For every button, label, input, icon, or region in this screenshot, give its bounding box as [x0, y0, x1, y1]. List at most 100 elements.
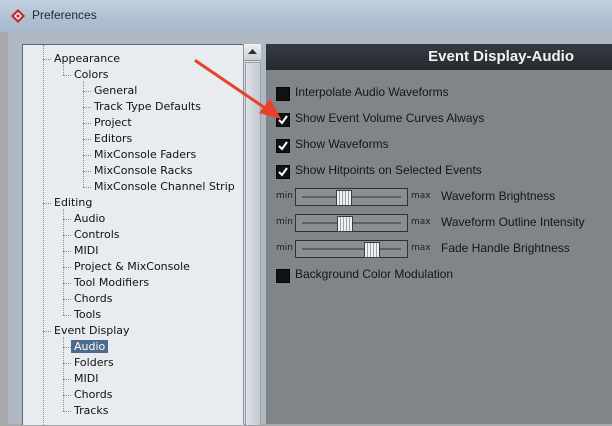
- slider-max-label: max: [411, 217, 431, 227]
- tree-item-label: MIDI: [74, 244, 99, 257]
- tree-item-label: Track Type Defaults: [94, 100, 201, 113]
- settings-panel: Event Display-Audio Interpolate Audio Wa…: [266, 44, 612, 424]
- tree-item[interactable]: Controls: [74, 227, 120, 243]
- tree-item-label: Audio: [74, 212, 106, 225]
- tree-item-label: Chords: [74, 388, 113, 401]
- tree-connector: [63, 235, 71, 236]
- tree-item-label: Tools: [74, 308, 102, 321]
- checkbox[interactable]: [276, 87, 290, 101]
- tree-item[interactable]: Event Display: [54, 323, 130, 339]
- checkbox[interactable]: [276, 113, 290, 127]
- tree-connector: [63, 251, 71, 252]
- tree-scrollbar[interactable]: [243, 44, 261, 426]
- option-label: Show Waveforms: [295, 137, 389, 151]
- tree-item-label: Editors: [94, 132, 133, 145]
- tree-item-label: Audio: [71, 340, 109, 353]
- slider-groove: [302, 248, 401, 250]
- tree-item-label: Project: [94, 116, 132, 129]
- tree-connector: [43, 45, 44, 425]
- checkbox[interactable]: [276, 269, 290, 283]
- slider-label: Waveform Outline Intensity: [441, 215, 585, 229]
- tree-item-label: Controls: [74, 228, 120, 241]
- tree-item[interactable]: Colors: [74, 67, 108, 83]
- checkmark-icon: [278, 141, 288, 151]
- tree-item[interactable]: MixConsole Channel Strip: [94, 179, 235, 195]
- slider-handle[interactable]: [336, 190, 352, 206]
- tree-item[interactable]: Editing: [54, 195, 92, 211]
- slider-handle[interactable]: [337, 216, 353, 232]
- slider-min-label: min: [276, 217, 293, 227]
- slider-max-label: max: [411, 191, 431, 201]
- option-label: Interpolate Audio Waveforms: [295, 85, 449, 99]
- tree-connector: [63, 411, 71, 412]
- tree-item[interactable]: Chords: [74, 387, 112, 403]
- slider-handle[interactable]: [364, 242, 380, 258]
- tree-connector: [83, 107, 91, 108]
- tree-connector: [63, 75, 71, 76]
- tree-item-label: MIDI: [74, 372, 99, 385]
- tree-item[interactable]: Audio: [71, 339, 109, 355]
- tree-connector: [63, 347, 71, 348]
- tree-item-label: Chords: [74, 292, 113, 305]
- tree-item[interactable]: MIDI: [74, 243, 98, 259]
- tree-connector: [83, 155, 91, 156]
- tree-connector: [83, 139, 91, 140]
- tree-item[interactable]: Folders: [74, 355, 114, 371]
- tree-item-label: MixConsole Faders: [94, 148, 197, 161]
- tree-item[interactable]: Project: [94, 115, 132, 131]
- tree-item-label: Tool Modifiers: [74, 276, 150, 289]
- tree-item[interactable]: Track Type Defaults: [94, 99, 201, 115]
- scroll-up-button[interactable]: [244, 44, 261, 61]
- tree-item[interactable]: Tracks: [74, 403, 109, 419]
- tree-connector: [43, 203, 51, 204]
- tree-item-label: Project & MixConsole: [74, 260, 190, 273]
- tree-connector: [63, 219, 71, 220]
- slider-waveform-outline-intensity: min max Waveform Outline Intensity: [276, 214, 606, 232]
- tree-item[interactable]: Audio: [74, 211, 105, 227]
- slider-track[interactable]: [295, 188, 408, 206]
- tree-connector: [83, 91, 91, 92]
- preferences-tree: Appearance Colors General Track Type Defaul…: [22, 44, 245, 425]
- slider-min-label: min: [276, 191, 293, 201]
- tree-item-label: Tracks: [74, 404, 109, 417]
- tree-connector: [63, 395, 71, 396]
- window-title: Preferences: [32, 8, 97, 22]
- tree-item-label: Colors: [74, 68, 109, 81]
- option-label: Show Event Volume Curves Always: [295, 111, 485, 125]
- tree-item[interactable]: MIDI: [74, 371, 98, 387]
- tree-connector: [63, 337, 64, 411]
- cubase-logo-icon: [11, 9, 25, 23]
- checkbox[interactable]: [276, 139, 290, 153]
- tree-connector: [43, 59, 51, 60]
- option-label: Show Hitpoints on Selected Events: [295, 163, 482, 177]
- slider-label: Fade Handle Brightness: [441, 241, 570, 255]
- tree-connector: [43, 331, 51, 332]
- tree-item[interactable]: Project & MixConsole: [74, 259, 190, 275]
- tree-connector: [63, 283, 71, 284]
- tree-item-label: MixConsole Channel Strip: [94, 180, 235, 193]
- tree-item[interactable]: MixConsole Racks: [94, 163, 193, 179]
- tree-item-label: Appearance: [54, 52, 121, 65]
- tree-connector: [83, 81, 84, 187]
- tree-item[interactable]: MixConsole Faders: [94, 147, 196, 163]
- scroll-thumb[interactable]: [245, 62, 261, 426]
- tree-item[interactable]: Editors: [94, 131, 132, 147]
- tree-item-label: Event Display: [54, 324, 130, 337]
- tree-item-label: Folders: [74, 356, 114, 369]
- option-label: Background Color Modulation: [295, 267, 454, 281]
- checkmark-icon: [278, 115, 288, 125]
- tree-connector: [63, 209, 64, 315]
- slider-min-label: min: [276, 243, 293, 253]
- checkbox[interactable]: [276, 165, 290, 179]
- tree-item[interactable]: Tool Modifiers: [74, 275, 149, 291]
- tree-item-label: MixConsole Racks: [94, 164, 193, 177]
- tree-connector: [63, 267, 71, 268]
- tree-item[interactable]: Chords: [74, 291, 112, 307]
- slider-track[interactable]: [295, 240, 408, 258]
- slider-track[interactable]: [295, 214, 408, 232]
- tree-item[interactable]: General: [94, 83, 137, 99]
- slider-waveform-brightness: min max Waveform Brightness: [276, 188, 606, 206]
- tree-connector: [63, 299, 71, 300]
- tree-item[interactable]: Tools: [74, 307, 101, 323]
- slider-max-label: max: [411, 243, 431, 253]
